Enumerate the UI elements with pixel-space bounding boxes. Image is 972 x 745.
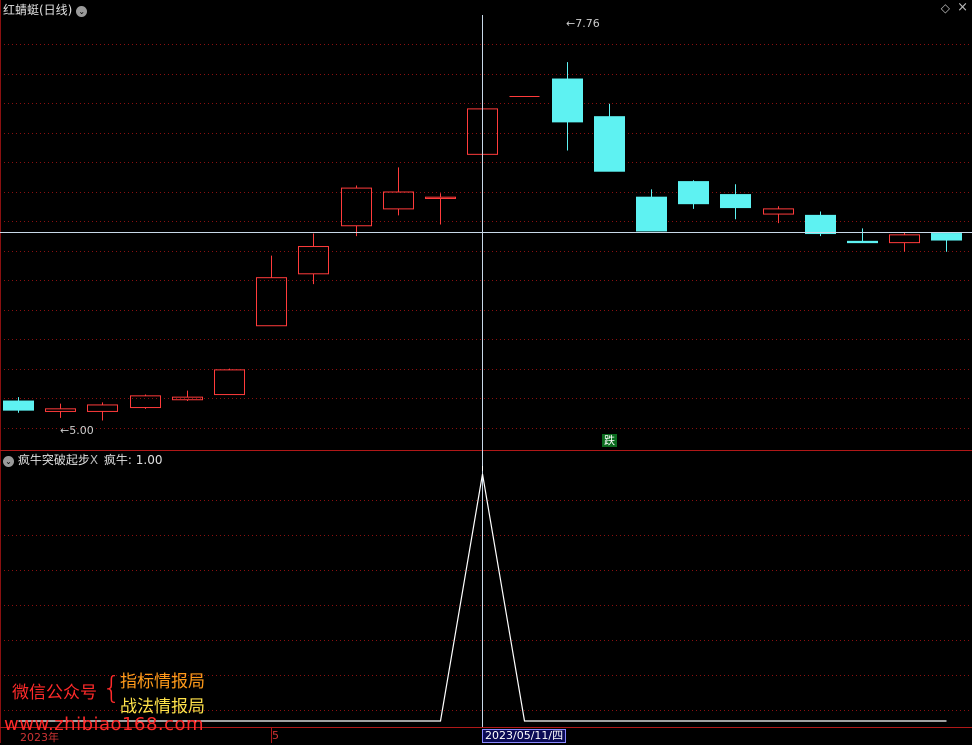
candle-body [341,187,372,227]
candle-body [889,234,920,244]
candle-body [594,116,625,172]
candle-body [130,395,161,409]
arrow-left-icon: ← [566,17,576,30]
cursor-date-badge: 2023/05/11/四 [482,729,567,743]
candle-body [256,277,287,327]
indicator-name: 疯牛突破起步 [17,453,90,467]
candle-body [552,78,583,123]
indicator-header: ⌄ 疯牛突破起步X 疯牛: 1.00 [3,451,162,468]
stock-title: 红蜻蜓(日线) [3,3,73,17]
candle-body [3,400,34,411]
candle-body [45,408,76,412]
candle-body [172,396,203,401]
wechat-label: 微信公众号 [12,683,97,703]
candle-body [636,196,667,232]
stock-chart[interactable] [0,0,972,743]
candle-body [805,214,836,235]
diamond-icon[interactable]: ◇ [941,1,950,15]
watermark-line1: 指标情报局 [120,672,205,692]
chart-header: 红蜻蜓(日线) ⌄ [3,1,88,18]
indicator-close-icon[interactable]: X [90,453,98,467]
indicator-value: 疯牛: 1.00 [103,453,163,467]
candle-body [678,181,709,205]
candle-body [87,404,118,412]
low-price-label: ←5.00 [60,424,94,437]
candle-body [931,233,962,241]
chevron-down-icon[interactable]: ⌄ [3,456,14,467]
candle-body [720,194,751,209]
candle-body [763,208,794,215]
watermark-brace: { [102,671,122,706]
close-icon[interactable]: × [957,0,968,15]
candle-body [383,191,414,210]
candle-body [298,246,329,275]
arrow-left-icon: ← [60,424,70,437]
chevron-down-icon[interactable]: ⌄ [76,6,88,17]
axis-month-label: 5 [272,729,279,742]
high-price-label: ←7.76 [566,17,600,30]
candle-body [425,196,456,199]
candle-body [847,240,878,244]
signal-tag: 跌 [602,434,617,447]
candle-body [214,369,245,396]
